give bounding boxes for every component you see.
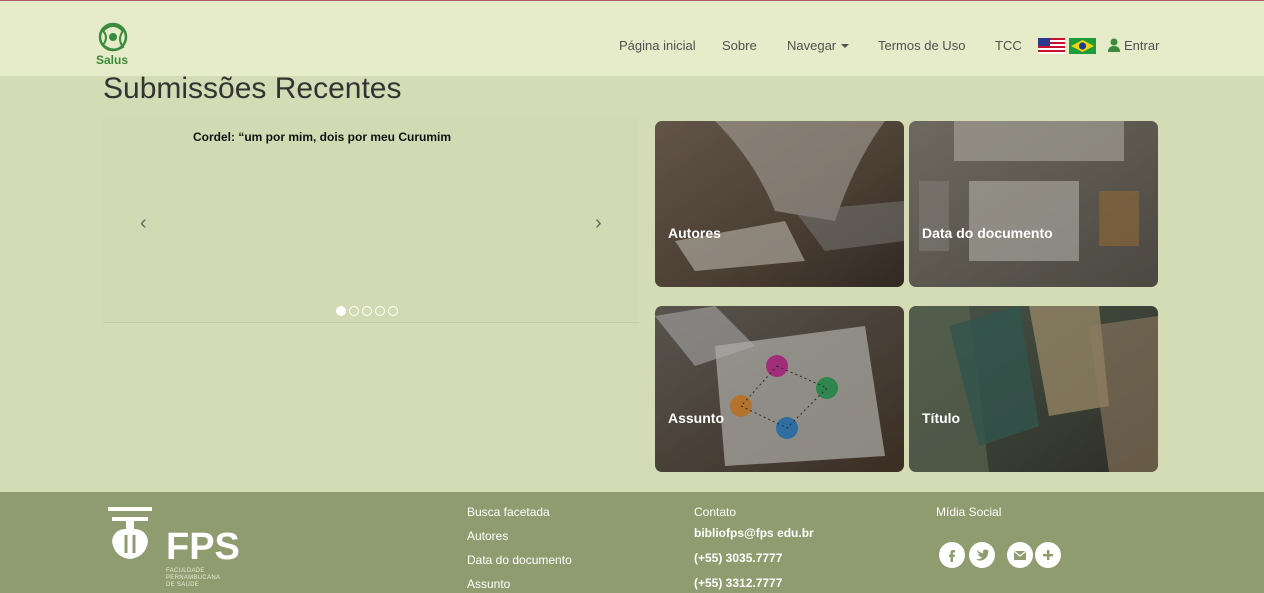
footer: FPS FACULDADE PERNAMBUCANA DE SAÚDE Busc…: [0, 492, 1264, 593]
fps-sub-line: DE SAÚDE: [166, 582, 200, 588]
footer-link-faceted-search[interactable]: Busca facetada: [467, 505, 550, 519]
footer-email[interactable]: bibliofps@fps edu.br: [694, 526, 814, 540]
nav-about-link[interactable]: Sobre: [722, 38, 757, 53]
brazil-flag-icon[interactable]: [1069, 38, 1096, 54]
browse-tile-date[interactable]: Data do documento: [909, 121, 1158, 287]
us-flag-icon[interactable]: [1038, 38, 1065, 54]
tile-authors-image: [655, 121, 904, 287]
carousel-indicator[interactable]: [349, 306, 359, 316]
footer-contact-title: Contato: [694, 505, 737, 519]
tile-authors-label: Autores: [668, 225, 721, 241]
twitter-icon: [976, 549, 989, 561]
email-button[interactable]: [1007, 542, 1033, 568]
carousel-indicators: [336, 306, 398, 316]
facebook-button[interactable]: [939, 542, 965, 568]
navbar: Salus Página inicial Sobre Navegar Termo…: [0, 1, 1264, 76]
twitter-button[interactable]: [969, 542, 995, 568]
tile-title-label: Título: [922, 410, 961, 426]
tile-subject-image: [655, 306, 904, 472]
footer-link-date[interactable]: Data do documento: [467, 553, 572, 567]
footer-phone-2: (+55) 3312.7777: [694, 576, 783, 590]
chevron-down-icon: [841, 44, 850, 48]
page-title: Submissões Recentes: [103, 72, 402, 105]
tile-date-image: [909, 121, 1158, 287]
carousel-indicator[interactable]: [336, 306, 346, 316]
user-icon: [1108, 38, 1120, 52]
browse-tile-subject[interactable]: Assunto: [655, 306, 904, 472]
footer-link-subject[interactable]: Assunto: [467, 577, 510, 591]
fps-sub-line: FACULDADE: [166, 568, 205, 574]
tile-title-image: [909, 306, 1158, 472]
tile-subject-label: Assunto: [668, 410, 724, 426]
fps-brand-subtitle: FACULDADE PERNAMBUCANA DE SAÚDE: [166, 568, 220, 589]
carousel-caption[interactable]: Cordel: “um por mim, dois por meu Curumi…: [193, 130, 451, 144]
logo-text: Salus: [96, 53, 129, 67]
carousel-indicator[interactable]: [362, 306, 372, 316]
carousel-prev-button[interactable]: ‹: [140, 212, 147, 235]
browse-tile-title[interactable]: Título: [909, 306, 1158, 472]
browse-tile-authors[interactable]: Autores: [655, 121, 904, 287]
carousel-next-button[interactable]: ›: [595, 212, 602, 235]
nav-browse-dropdown[interactable]: Navegar: [787, 38, 850, 53]
nav-home-link[interactable]: Página inicial: [619, 38, 696, 53]
plus-button[interactable]: [1035, 542, 1061, 568]
plus-icon: [1043, 550, 1053, 560]
nav-browse-label: Navegar: [787, 38, 837, 53]
fps-brand-text: FPS: [166, 526, 240, 568]
carousel-indicator[interactable]: [388, 306, 398, 316]
facebook-icon: [949, 550, 955, 562]
email-icon: [1014, 551, 1026, 560]
nav-tcc-link[interactable]: TCC: [995, 38, 1022, 53]
footer-social-title: Mídia Social: [936, 505, 1002, 519]
footer-link-authors[interactable]: Autores: [467, 529, 508, 543]
nav-terms-link[interactable]: Termos de Uso: [878, 38, 965, 53]
footer-phone-1: (+55) 3035.7777: [694, 551, 783, 565]
carousel-indicator[interactable]: [375, 306, 385, 316]
recent-submissions-carousel: Cordel: “um por mim, dois por meu Curumi…: [103, 117, 639, 323]
tile-date-label: Data do documento: [922, 225, 1053, 241]
fps-sub-line: PERNAMBUCANA: [166, 575, 221, 581]
login-link[interactable]: Entrar: [1124, 38, 1159, 53]
